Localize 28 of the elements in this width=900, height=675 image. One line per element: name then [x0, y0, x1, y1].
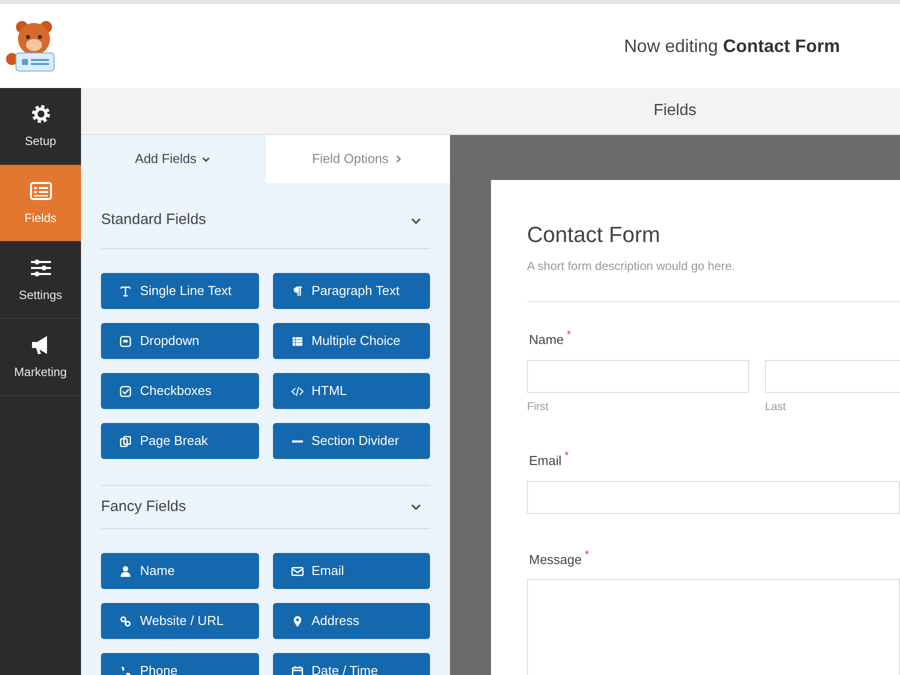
required-asterisk: *: [564, 451, 569, 462]
panel-tab[interactable]: Field Options: [266, 135, 450, 183]
sublabel: Last: [765, 400, 787, 414]
add-field-button[interactable]: Checkboxes: [101, 373, 258, 409]
form-description: A short form description would go here.: [527, 257, 900, 302]
add-field-button[interactable]: HTML: [272, 373, 430, 409]
section-title: Fancy Fields: [101, 496, 186, 517]
required-asterisk: *: [584, 550, 590, 560]
add-field-button[interactable]: Dropdown: [101, 323, 258, 359]
add-field-button[interactable]: Name: [101, 553, 258, 589]
add-field-button[interactable]: Single Line Text: [101, 273, 258, 309]
field-label: Name: [529, 331, 564, 349]
form-title: Contact Form: [527, 221, 662, 249]
section-title: Standard Fields: [101, 210, 206, 230]
add-field-button[interactable]: Section Divider: [272, 423, 430, 459]
add-field-button[interactable]: Page Break: [101, 423, 258, 459]
editing-title: Now editing Contact Form: [624, 34, 840, 58]
add-field-button[interactable]: Website / URL: [101, 603, 258, 639]
field-label: Email: [529, 452, 562, 470]
add-field-button[interactable]: Multiple Choice: [272, 323, 430, 359]
top-bar-title: Fields: [652, 101, 698, 121]
required-asterisk: *: [566, 330, 571, 341]
add-field-button[interactable]: Paragraph Text: [272, 273, 430, 309]
sublabel: First: [527, 400, 550, 414]
sidebar-tab[interactable]: Fields: [0, 165, 81, 242]
add-field-button[interactable]: Email: [272, 553, 430, 589]
field-label: Message: [529, 550, 582, 569]
add-field-button[interactable]: Address: [272, 603, 430, 639]
